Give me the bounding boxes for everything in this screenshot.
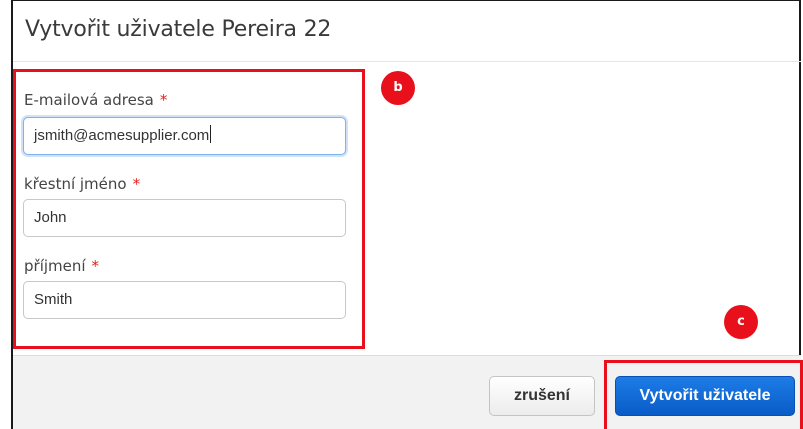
first-name-label: křestní jméno * [24,175,140,193]
text-caret [210,125,212,143]
email-label: E-mailová adresa * [24,91,167,109]
button-highlight-box-c [604,360,803,429]
title-divider [13,61,801,62]
email-label-text: E-mailová adresa [24,91,154,109]
first-name-label-text: křestní jméno [24,175,127,193]
first-name-field-value: John [34,209,67,226]
first-name-required-mark: * [132,175,141,193]
dialog-title: Vytvořit uživatele Pereira 22 [25,17,332,42]
last-name-label-text: příjmení [24,257,86,275]
last-name-label: příjmení * [24,257,99,275]
last-name-required-mark: * [91,257,100,275]
first-name-field[interactable]: John [23,199,346,237]
cancel-button[interactable]: zrušení [489,376,595,416]
last-name-field[interactable]: Smith [23,281,346,319]
annotation-badge-b: b [381,71,415,105]
email-required-mark: * [159,91,168,109]
last-name-field-value: Smith [34,291,73,308]
annotation-badge-c: c [724,305,758,339]
email-field[interactable]: jsmith@acmesupplier.com [23,117,346,155]
email-field-value: jsmith@acmesupplier.com [34,127,210,144]
